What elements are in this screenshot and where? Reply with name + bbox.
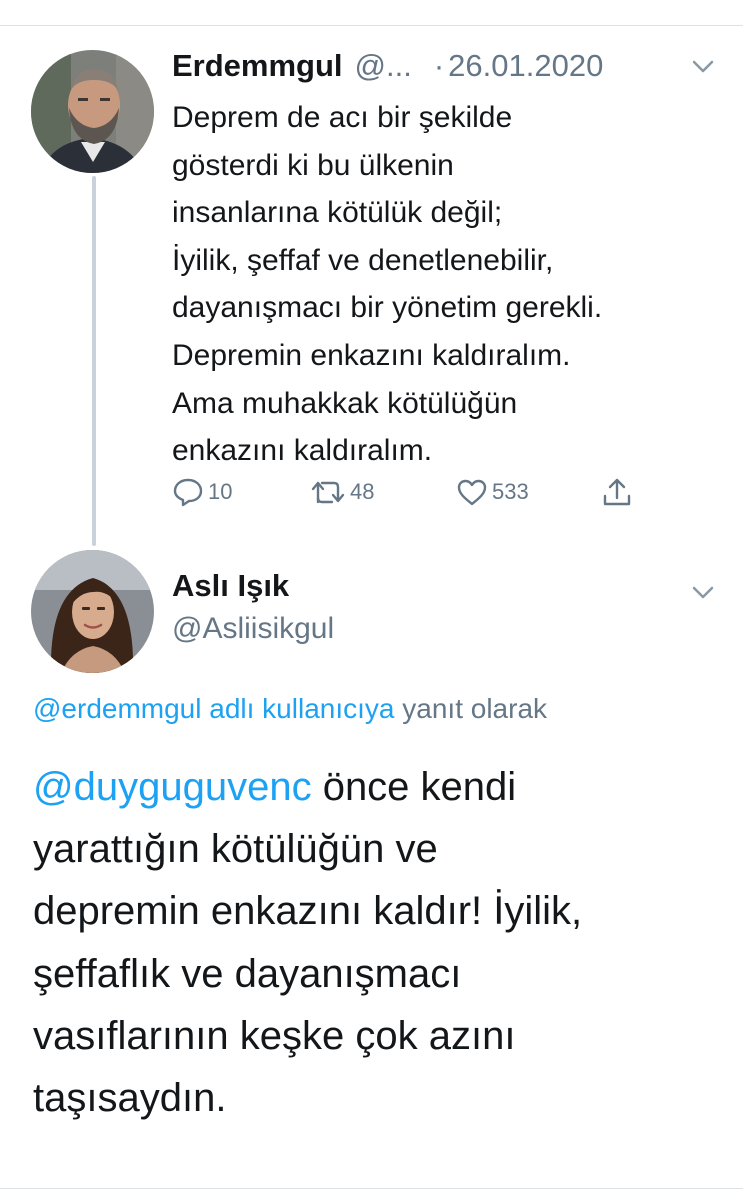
avatar-erdemmgul[interactable] <box>31 50 154 173</box>
tweet1-text-line: dayanışmacı bir yönetim gerekli. <box>172 291 603 325</box>
retweet-icon <box>311 481 345 504</box>
tweet2-text-line: şeffaflık ve dayanışmacı <box>33 951 462 996</box>
tweet1-text-line: gösterdi ki bu ülkenin <box>172 148 454 182</box>
tweet2-text-line: taşısaydın. <box>33 1076 227 1121</box>
chevron-down-icon[interactable] <box>692 60 714 74</box>
like-count: 533 <box>492 479 529 504</box>
share-icon <box>603 478 631 506</box>
bottom-divider <box>0 1188 743 1189</box>
reply-button[interactable]: 10 <box>172 470 232 514</box>
tweet2-text-fragment: önce kendi <box>311 765 517 809</box>
mention-link[interactable]: @duyguguvenc <box>33 765 312 809</box>
tweet1-text: Deprem de acı bir şekilde gösterdi ki bu… <box>172 94 732 475</box>
thread-connector-line <box>92 176 96 546</box>
tweet2-text-line: yarattığın kötülüğün ve <box>33 827 438 872</box>
retweet-count: 48 <box>350 479 375 504</box>
tweet1-actions: 10 48 533 <box>172 470 652 514</box>
tweet1-text-line: Ama muhakkak kötülüğün <box>172 386 518 420</box>
like-button[interactable]: 533 <box>456 470 529 514</box>
like-icon <box>457 479 487 506</box>
tweet2-text-line: depremin enkazını kaldır! İyilik, <box>33 889 583 934</box>
tweet1-text-line: Deprem de acı bir şekilde <box>172 101 513 134</box>
tweet1-author-name[interactable]: Erdemmgul <box>172 48 343 84</box>
tweet1-date[interactable]: 26.01.2020 <box>448 48 603 84</box>
reply-icon <box>173 478 203 507</box>
top-divider <box>0 25 743 26</box>
tweet1-text-line: Depremin enkazını kaldıralım. <box>172 338 571 372</box>
tweet1-text-line: enkazını kaldıralım. <box>172 434 433 468</box>
tweet1-separator: · <box>433 48 445 83</box>
tweet1-header: Erdemmgul @... · 26.01.2020 <box>172 44 712 88</box>
retweet-button[interactable]: 48 <box>310 470 374 514</box>
tweet1-text-line: İyilik, şeffaf ve denetlenebilir, <box>172 243 554 277</box>
reply-to-user-link[interactable]: @erdemmgul adlı kullanıcıya <box>33 693 394 724</box>
tweet1-author-handle[interactable]: @... <box>355 48 412 84</box>
tweet2-author-name[interactable]: Aslı Işık <box>172 568 289 604</box>
chevron-down-icon[interactable] <box>692 586 714 600</box>
reply-context: @erdemmgul adlı kullanıcıya yanıt olarak <box>33 693 547 725</box>
share-button[interactable] <box>602 470 632 514</box>
reply-count: 10 <box>208 479 233 504</box>
tweet1-text-line: insanlarına kötülük değil; <box>172 196 503 230</box>
tweet2-text-line: vasıflarının keşke çok azını <box>33 1013 516 1058</box>
tweet2-text: @duyguguvenc önce kendi yarattığın kötül… <box>33 756 733 1129</box>
tweet2-author-handle[interactable]: @Asliisikgul <box>172 612 334 646</box>
reply-to-suffix: yanıt olarak <box>402 693 548 724</box>
tweet2-text-line: @duyguguvenc önce kendi <box>33 756 733 818</box>
avatar-asliisikgul[interactable] <box>31 550 154 673</box>
